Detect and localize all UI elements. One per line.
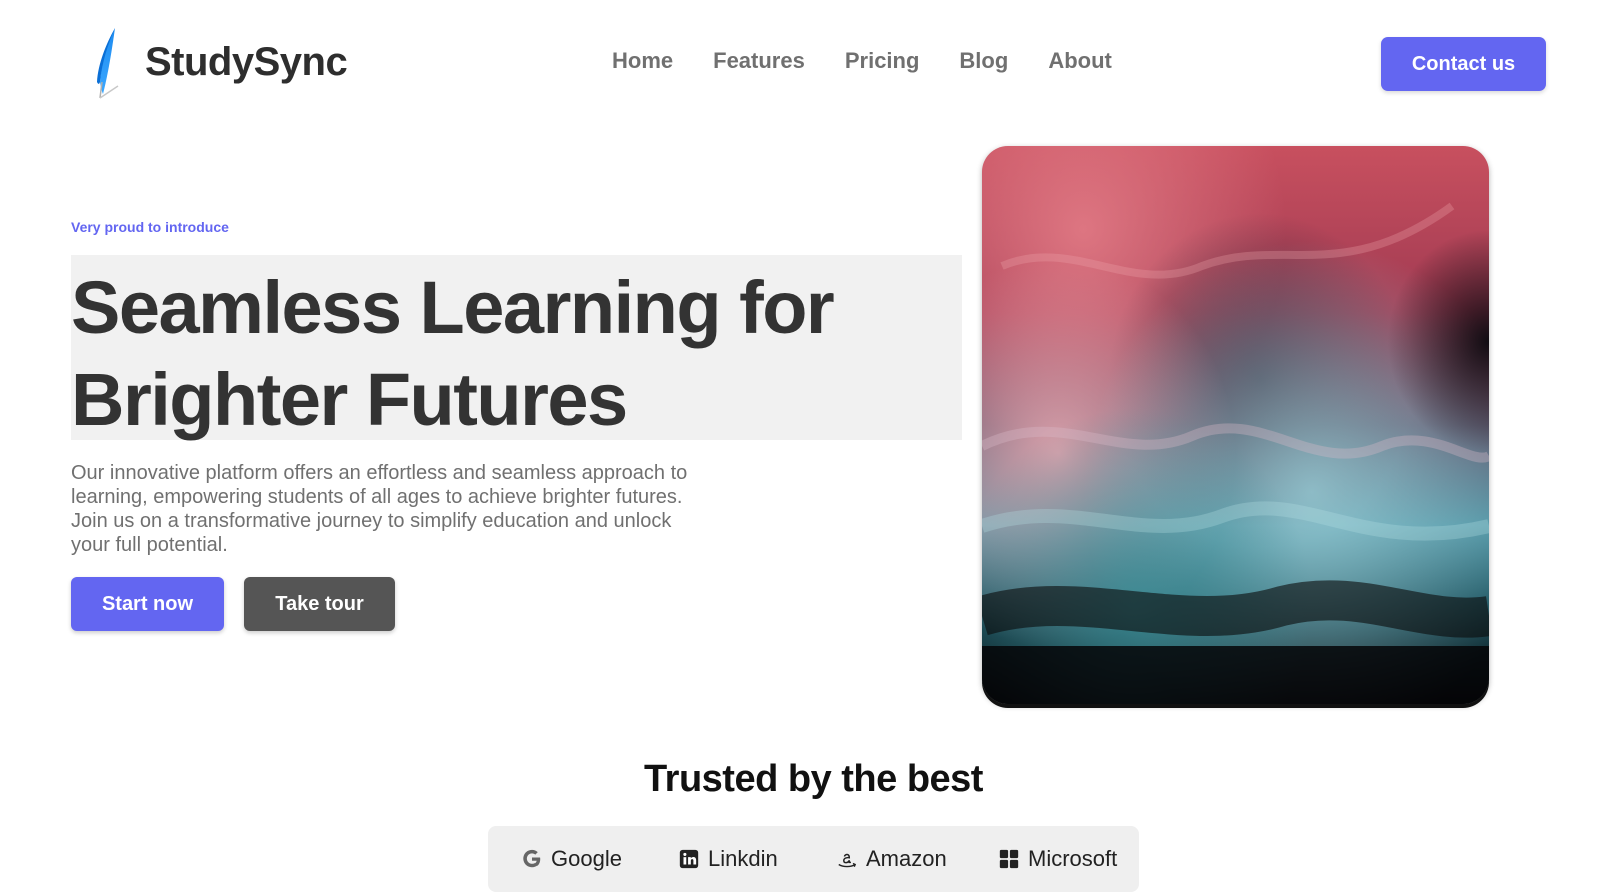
headline-line-1: Seamless Learning for xyxy=(71,266,835,349)
microsoft-icon xyxy=(999,849,1019,869)
hero-description: Our innovative platform offers an effort… xyxy=(71,462,688,556)
google-icon xyxy=(523,849,541,868)
nav-features[interactable]: Features xyxy=(713,48,805,74)
partner-logos-bar: Google Linkdin Amazon Microsoft xyxy=(488,826,1139,892)
partner-amazon-label: Amazon xyxy=(866,846,947,871)
amazon-icon xyxy=(838,853,857,868)
partner-microsoft: Microsoft xyxy=(998,846,1117,872)
nav-blog[interactable]: Blog xyxy=(959,48,1008,74)
partner-amazon: Amazon xyxy=(836,846,947,872)
partner-google-label: Google xyxy=(551,846,622,871)
partner-linkedin-label: Linkdin xyxy=(708,846,778,871)
nav-home[interactable]: Home xyxy=(612,48,673,74)
contact-us-button[interactable]: Contact us xyxy=(1381,37,1546,91)
partner-microsoft-label: Microsoft xyxy=(1028,846,1118,871)
trusted-title: Trusted by the best xyxy=(644,758,983,800)
abstract-fluid-art xyxy=(982,146,1489,704)
hero-headline: Seamless Learning for Brighter Futures xyxy=(71,262,971,446)
headline-line-2: Brighter Futures xyxy=(71,358,628,441)
nav-about[interactable]: About xyxy=(1048,48,1112,74)
partner-linkedin: Linkdin xyxy=(678,846,778,872)
hero-actions: Start now Take tour xyxy=(71,577,395,631)
brand-logo[interactable] xyxy=(92,24,122,102)
start-now-button[interactable]: Start now xyxy=(71,577,224,631)
main-nav: Home Features Pricing Blog About xyxy=(612,48,1152,74)
take-tour-button[interactable]: Take tour xyxy=(244,577,395,631)
hero-image xyxy=(982,146,1489,704)
nav-pricing[interactable]: Pricing xyxy=(845,48,920,74)
brand-name[interactable]: StudySync xyxy=(145,40,348,85)
feather-quill-icon xyxy=(97,28,119,99)
partner-google: Google xyxy=(521,846,622,872)
hero-eyebrow: Very proud to introduce xyxy=(71,219,229,235)
site-header: StudySync Home Features Pricing Blog Abo… xyxy=(0,0,1608,130)
linkedin-icon xyxy=(679,849,699,869)
